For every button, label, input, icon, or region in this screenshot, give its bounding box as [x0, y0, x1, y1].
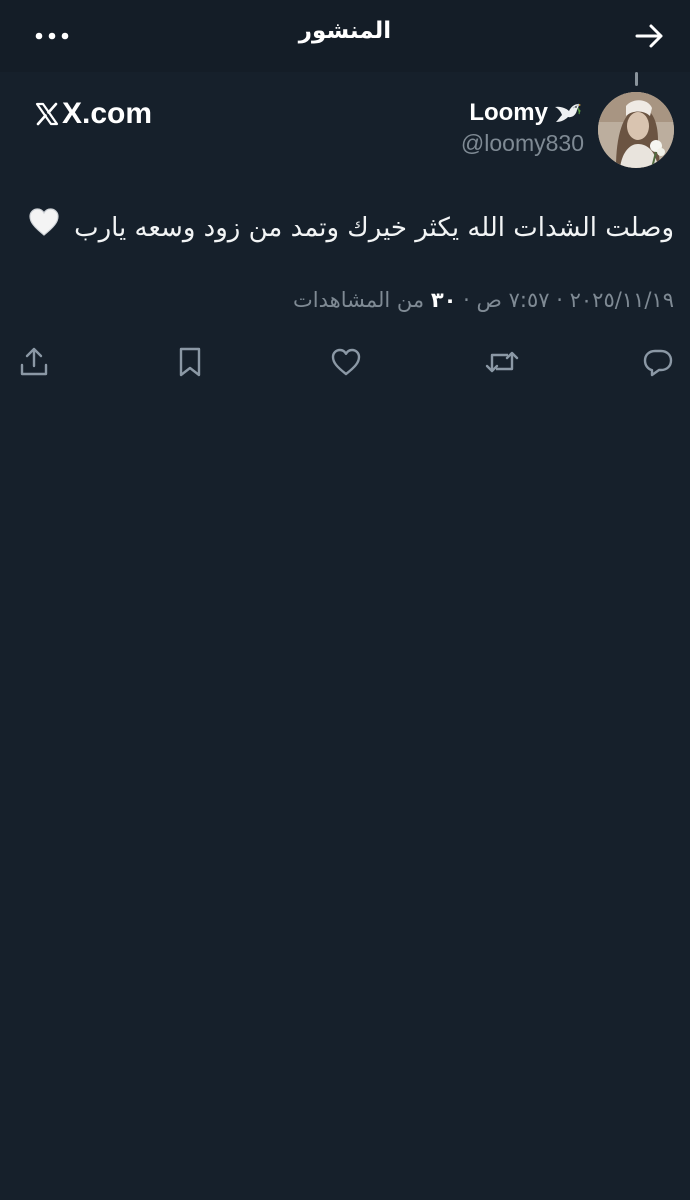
share-button[interactable] [12, 342, 56, 382]
heart-icon [331, 348, 361, 376]
like-button[interactable] [324, 342, 368, 382]
bookmark-button[interactable] [168, 342, 212, 382]
profile-photo [598, 92, 674, 168]
reply-button[interactable] [636, 342, 680, 382]
avatar[interactable] [598, 92, 674, 168]
display-name-text: Loomy [469, 99, 548, 126]
views-label: من المشاهدات [293, 288, 425, 312]
post-text: وصلت الشدات الله يكثر خيرك وتمد من زود و… [24, 206, 674, 251]
back-button[interactable] [624, 16, 676, 56]
repost-icon [485, 351, 519, 373]
post-time: ٧:٥٧ ص [476, 288, 550, 312]
x-logo-icon [34, 101, 60, 127]
meta-separator: · [556, 288, 563, 312]
author-handle[interactable]: @loomy830 [461, 130, 584, 157]
author-display-name[interactable]: Loomy [469, 96, 582, 130]
arrow-right-icon [635, 24, 663, 48]
post-body-text: وصلت الشدات الله يكثر خيرك وتمد من زود و… [74, 213, 674, 243]
share-icon [20, 347, 48, 376]
thread-connector-line [635, 72, 638, 86]
top-bar: المنشور [0, 0, 690, 72]
dove-icon [552, 98, 582, 128]
white-heart-icon [28, 207, 60, 251]
post-date: ٢٠٢٥/١١/١٩ [569, 288, 674, 312]
views-count[interactable]: ٣٠ [431, 288, 457, 312]
source-domain: X.com [62, 97, 153, 130]
post-meta: ٢٠٢٥/١١/١٩ · ٧:٥٧ ص · ٣٠ من المشاهدات [293, 288, 674, 312]
reply-icon [643, 349, 673, 377]
meta-separator: · [463, 288, 470, 312]
bookmark-icon [179, 347, 201, 377]
repost-button[interactable] [480, 342, 524, 382]
page-title: المنشور [298, 18, 392, 44]
source-watermark: X.com [34, 94, 152, 134]
